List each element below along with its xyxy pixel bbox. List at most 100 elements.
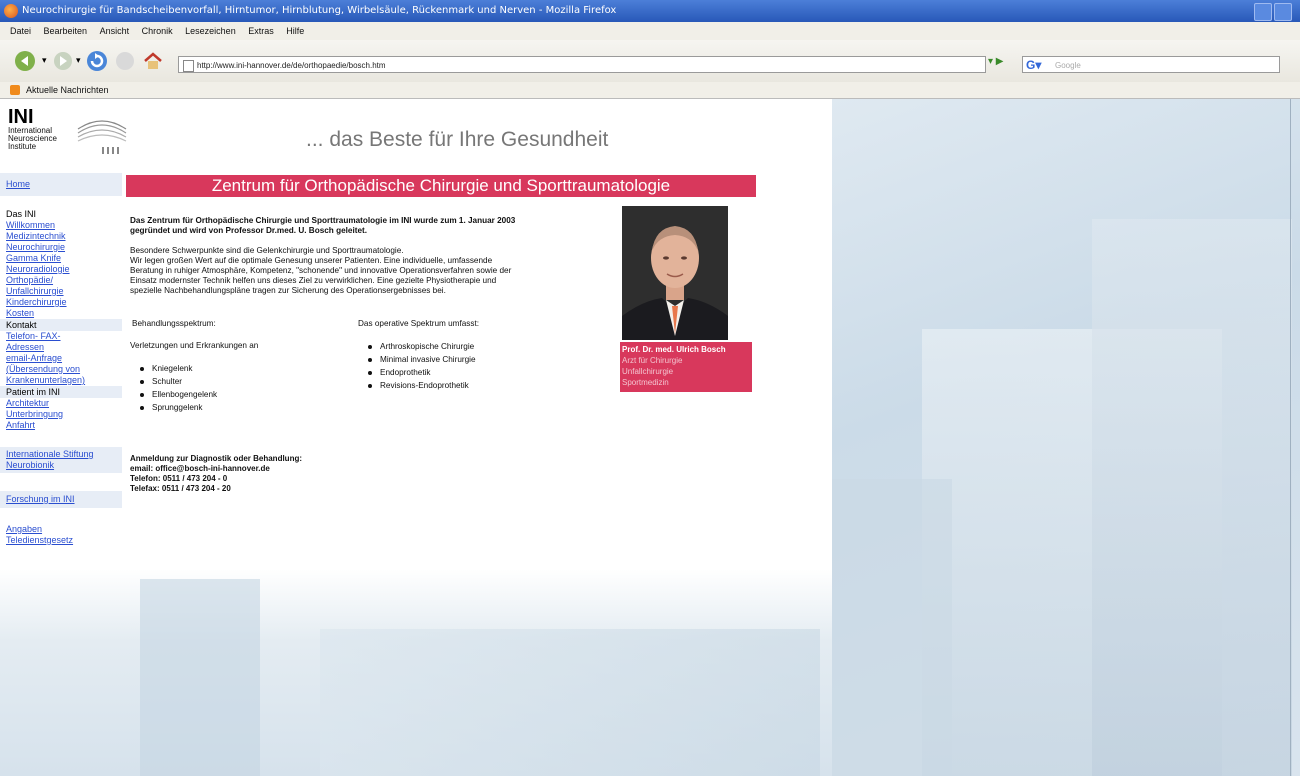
sidebar-nav: Home Das INI Willkommen Medizintechnik N… <box>0 169 122 546</box>
contact-heading: Anmeldung zur Diagnostik oder Behandlung… <box>130 454 302 463</box>
sidebar-item-telefon-fax[interactable]: Telefon- FAX- <box>0 331 122 342</box>
background-building-bottom <box>0 569 832 776</box>
reload-button[interactable] <box>86 50 108 72</box>
forward-button[interactable] <box>52 50 74 72</box>
go-button[interactable]: ▾ ▶ <box>988 56 1020 73</box>
para-line2: Wir legen großen Wert auf die optimale G… <box>130 256 493 265</box>
doctor-title3: Sportmedizin <box>622 378 669 387</box>
menu-bar: Datei Bearbeiten Ansicht Chronik Lesezei… <box>0 22 1300 40</box>
window-title: Neurochirurgie für Bandscheibenvorfall, … <box>22 5 617 16</box>
doctor-title1: Arzt für Chirurgie <box>622 356 683 365</box>
list-item: Arthroskopische Chirurgie <box>358 340 479 353</box>
sidebar-item-stiftung[interactable]: Internationale Stiftung <box>0 449 122 460</box>
google-icon: G▾ <box>1026 58 1042 72</box>
sidebar-item-krankenunterlagen[interactable]: Krankenunterlagen) <box>0 375 122 386</box>
page-icon <box>183 60 194 72</box>
stop-icon <box>116 52 134 70</box>
minimize-button[interactable] <box>1254 3 1272 21</box>
operative-title: Das operative Spektrum umfasst: <box>358 319 480 328</box>
stop-button[interactable] <box>114 50 136 72</box>
sidebar-item-neurobionik[interactable]: Neurobionik <box>0 460 122 471</box>
list-item: Minimal invasive Chirurgie <box>358 353 479 366</box>
menu-chronik[interactable]: Chronik <box>142 22 173 40</box>
sidebar-item-medizintechnik[interactable]: Medizintechnik <box>0 231 122 242</box>
bookmarks-toolbar: Aktuelle Nachrichten <box>0 82 1300 99</box>
list-item: Sprunggelenk <box>130 401 258 414</box>
para-line3: Beratung in ruhiger Atmosphäre, Kompeten… <box>130 266 512 275</box>
para-line4: Einsatz modernster Technik helfen uns di… <box>130 276 497 285</box>
address-bar[interactable]: http://www.ini-hannover.de/de/orthopaedi… <box>178 56 986 73</box>
sidebar-item-unterbringung[interactable]: Unterbringung <box>0 409 122 420</box>
para-line5: spezielle Nachbehandlungspläne tragen zu… <box>130 286 446 295</box>
list-item: Revisions-Endoprothetik <box>358 379 479 392</box>
menu-extras[interactable]: Extras <box>248 22 274 40</box>
background-building-image <box>832 99 1300 776</box>
home-button[interactable] <box>142 50 164 72</box>
contact-block: Anmeldung zur Diagnostik oder Behandlung… <box>130 454 302 494</box>
sidebar-item-orthopaedie[interactable]: Orthopädie/ <box>0 275 122 286</box>
treatment-title: Behandlungsspektrum: <box>132 319 216 328</box>
page-edge-line <box>1290 99 1291 776</box>
sidebar-item-neurochirurgie[interactable]: Neurochirurgie <box>0 242 122 253</box>
bookmark-aktuelle-nachrichten[interactable]: Aktuelle Nachrichten <box>26 82 109 98</box>
menu-bearbeiten[interactable]: Bearbeiten <box>44 22 88 40</box>
page-heading: Zentrum für Orthopädische Chirurgie und … <box>126 175 756 197</box>
sidebar-item-unfallchirurgie[interactable]: Unfallchirurgie <box>0 286 122 297</box>
search-input[interactable]: G▾ Google <box>1022 56 1280 73</box>
sidebar-item-willkommen[interactable]: Willkommen <box>0 220 122 231</box>
navigation-toolbar: ▾ ▾ http://www.ini-hannover.de/de/orthop… <box>0 40 1300 83</box>
menu-datei[interactable]: Datei <box>10 22 31 40</box>
sidebar-item-architektur[interactable]: Architektur <box>0 398 122 409</box>
menu-ansicht[interactable]: Ansicht <box>100 22 130 40</box>
firefox-icon <box>4 4 18 18</box>
contact-fax: Telefax: 0511 / 473 204 - 20 <box>130 484 231 493</box>
sidebar-item-forschung[interactable]: Forschung im INI <box>0 494 122 505</box>
dome-logo-icon <box>77 120 127 154</box>
list-item: Endoprothetik <box>358 366 479 379</box>
intro-line2: gegründet und wird von Professor Dr.med.… <box>130 226 368 235</box>
maximize-button[interactable] <box>1274 3 1292 21</box>
intro-text: Das Zentrum für Orthopädische Chirurgie … <box>130 216 610 296</box>
sidebar-item-home[interactable]: Home <box>0 179 122 190</box>
web-page: INI International Neuroscience Institute… <box>0 99 1300 776</box>
list-item: Schulter <box>130 375 258 388</box>
doctor-caption: Prof. Dr. med. Ulrich Bosch Arzt für Chi… <box>620 342 752 392</box>
back-button[interactable] <box>14 50 36 72</box>
sidebar-item-uebersendung[interactable]: (Übersendung von <box>0 364 122 375</box>
treatment-column: Behandlungsspektrum: Verletzungen und Er… <box>130 319 258 414</box>
menu-hilfe[interactable]: Hilfe <box>286 22 304 40</box>
sidebar-item-angaben[interactable]: Angaben <box>0 524 122 535</box>
doctor-photo <box>622 206 728 340</box>
sidebar-item-kosten[interactable]: Kosten <box>0 308 122 319</box>
window-titlebar: Neurochirurgie für Bandscheibenvorfall, … <box>0 0 1300 22</box>
treatment-subtitle: Verletzungen und Erkrankungen an <box>130 341 259 350</box>
home-icon <box>144 52 162 69</box>
sidebar-group-das-ini: Das INI <box>6 209 37 219</box>
sidebar-group-patient: Patient im INI <box>0 386 122 398</box>
ini-logo[interactable]: INI International Neuroscience Institute <box>8 107 128 159</box>
sidebar-item-gamma-knife[interactable]: Gamma Knife <box>0 253 122 264</box>
back-arrow-icon <box>15 51 35 71</box>
reload-icon <box>87 51 107 71</box>
sidebar-item-anfahrt[interactable]: Anfahrt <box>0 420 122 431</box>
operative-column: Das operative Spektrum umfasst: Arthrosk… <box>358 319 479 392</box>
menu-lesezeichen[interactable]: Lesezeichen <box>185 22 236 40</box>
list-item: Ellenbogengelenk <box>130 388 258 401</box>
sidebar-item-kinderchirurgie[interactable]: Kinderchirurgie <box>0 297 122 308</box>
sidebar-item-teledienstgesetz[interactable]: Teledienstgesetz <box>0 535 122 546</box>
sidebar-group-kontakt: Kontakt <box>0 319 122 331</box>
rss-feed-icon <box>10 85 20 95</box>
sidebar-item-adressen[interactable]: Adressen <box>0 342 122 353</box>
sidebar-item-neuroradiologie[interactable]: Neuroradiologie <box>0 264 122 275</box>
search-placeholder: Google <box>1055 61 1081 70</box>
doctor-title2: Unfallchirurgie <box>622 367 674 376</box>
sidebar-item-email-anfrage[interactable]: email-Anfrage <box>0 353 122 364</box>
intro-line1: Das Zentrum für Orthopädische Chirurgie … <box>130 216 516 225</box>
slogan: ... das Beste für Ihre Gesundheit <box>306 128 609 151</box>
contact-phone: Telefon: 0511 / 473 204 - 0 <box>130 474 228 483</box>
address-url: http://www.ini-hannover.de/de/orthopaedi… <box>197 61 386 70</box>
doctor-portrait-image <box>622 206 728 340</box>
contact-email[interactable]: email: office@bosch-ini-hannover.de <box>130 464 302 474</box>
list-item: Kniegelenk <box>130 362 258 375</box>
forward-arrow-icon <box>54 52 72 70</box>
